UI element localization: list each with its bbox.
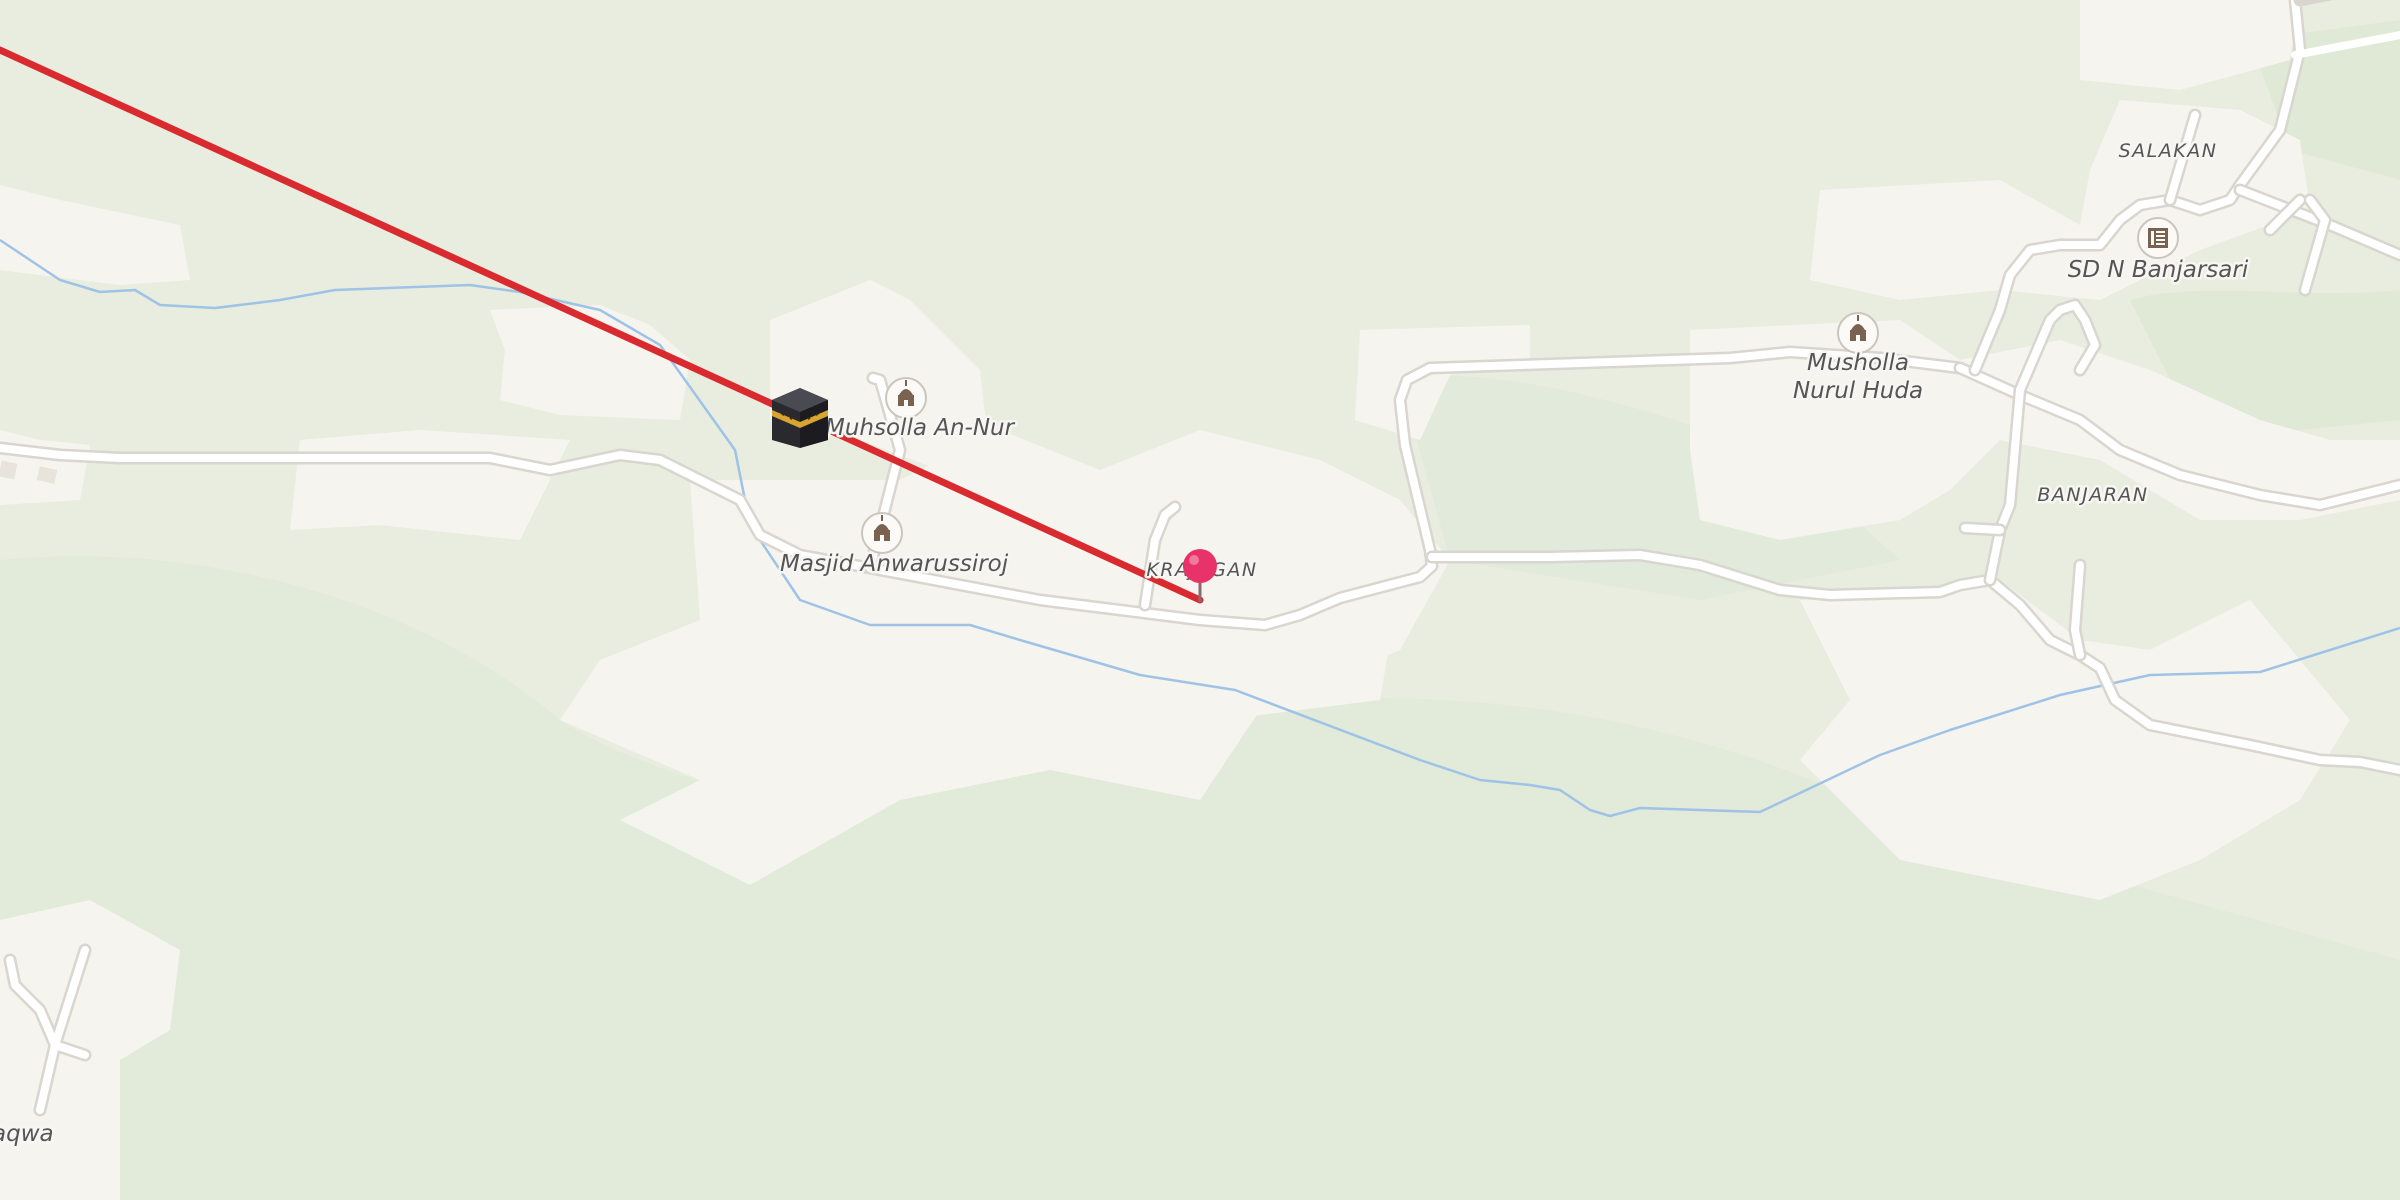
mosque-icon [1837,312,1879,354]
poi-label-line2: Nurul Huda [1793,378,1923,404]
poi-label: SD N Banjarsari [2068,257,2249,283]
school-icon [2137,217,2179,259]
place-label-banjaran: BANJARAN [2037,484,2148,506]
qibla-line [0,46,1204,604]
kaaba-icon[interactable] [772,388,828,448]
mosque-icon [861,512,903,554]
poi-partial-left[interactable]: aqwa [0,1119,56,1150]
place-label-salakan: SALAKAN [2119,140,2218,162]
poi-label: aqwa [0,1121,54,1147]
map-canvas[interactable]: Muhsolla An-Nur Masjid Anwarussiroj Mush… [0,0,2400,1200]
mosque-icon [885,377,927,419]
poi-label: Masjid Anwarussiroj [780,551,1009,577]
poi-label: Musholla [1807,350,1909,376]
poi-label: Muhsolla An-Nur [825,415,1016,441]
